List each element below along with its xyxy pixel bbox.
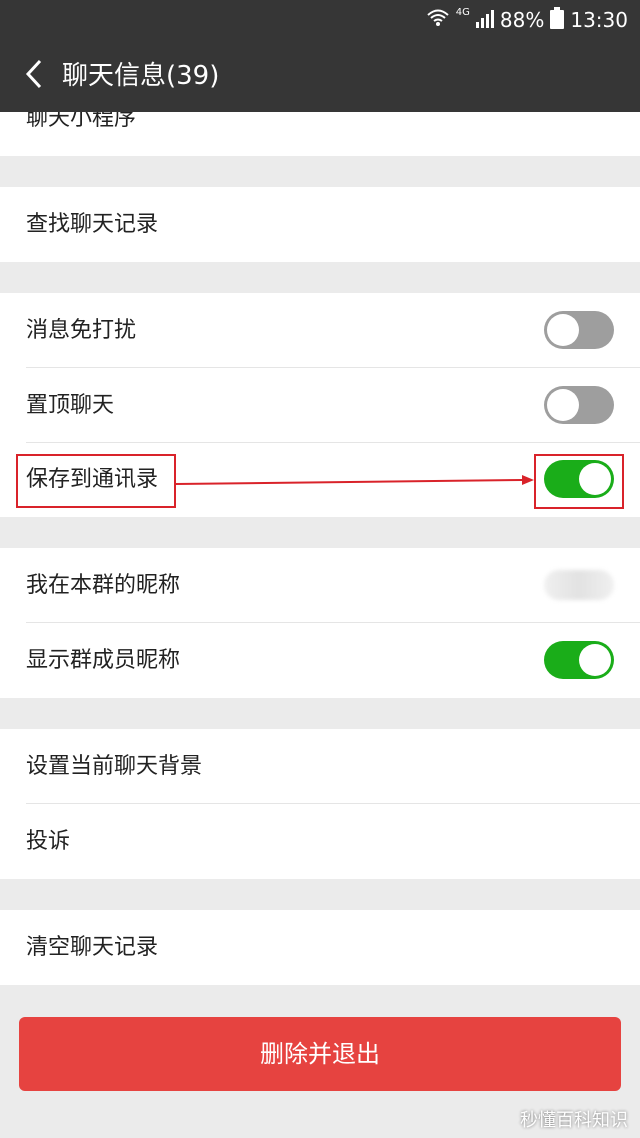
my-group-nickname-item[interactable]: 我在本群的昵称: [0, 548, 640, 623]
page-title: 聊天信息(39): [62, 61, 220, 91]
toggle-knob: [547, 389, 579, 421]
sticky-chat-label: 置顶聊天: [26, 393, 115, 418]
chat-mini-program-label: 聊天小程序: [26, 112, 137, 131]
clear-chat-history-item[interactable]: 清空聊天记录: [0, 910, 640, 985]
complain-label: 投诉: [26, 829, 71, 854]
back-chevron-icon: [24, 59, 44, 93]
delete-and-exit-button[interactable]: 删除并退出: [19, 1017, 621, 1091]
section-mini-program: 聊天小程序: [0, 112, 640, 156]
search-chat-history-label: 查找聊天记录: [26, 212, 159, 237]
mute-notifications-item: 消息免打扰: [0, 293, 640, 368]
chat-mini-program-item[interactable]: 聊天小程序: [0, 112, 640, 156]
search-chat-history-item[interactable]: 查找聊天记录: [0, 187, 640, 262]
status-bar: 4G 88% 13:30: [0, 0, 640, 40]
my-group-nickname-label: 我在本群的昵称: [26, 573, 181, 598]
annotation-arrow-icon: [176, 475, 534, 485]
mute-notifications-label: 消息免打扰: [26, 318, 137, 343]
nickname-value-blurred: [544, 570, 614, 600]
show-member-nicknames-toggle[interactable]: [544, 641, 614, 679]
wifi-icon: [426, 8, 450, 33]
highlight-box-label: [16, 454, 176, 508]
show-member-nicknames-label: 显示群成员昵称: [26, 648, 181, 673]
network-type: 4G: [455, 7, 470, 18]
section-background: 设置当前聊天背景 投诉: [0, 729, 640, 879]
sticky-chat-toggle[interactable]: [544, 386, 614, 424]
clear-chat-history-label: 清空聊天记录: [26, 935, 159, 960]
highlight-box-toggle: [534, 454, 624, 509]
watermark: 秒懂百科知识: [520, 1110, 628, 1131]
battery-percent: 88%: [499, 8, 545, 32]
complain-item[interactable]: 投诉: [0, 804, 640, 879]
section-search: 查找聊天记录: [0, 187, 640, 262]
toggle-knob: [579, 644, 611, 676]
set-chat-background-label: 设置当前聊天背景: [26, 754, 203, 779]
show-member-nicknames-item: 显示群成员昵称: [0, 623, 640, 698]
clock: 13:30: [570, 8, 628, 32]
signal-icon: [475, 8, 494, 33]
back-button[interactable]: [16, 58, 52, 94]
mute-notifications-toggle[interactable]: [544, 311, 614, 349]
toggle-knob: [547, 314, 579, 346]
status-icons: 4G 88% 13:30: [426, 6, 628, 34]
sticky-chat-item: 置顶聊天: [0, 368, 640, 443]
delete-and-exit-label: 删除并退出: [260, 1040, 380, 1068]
battery-icon: [550, 6, 565, 34]
section-clear: 清空聊天记录: [0, 910, 640, 985]
set-chat-background-item[interactable]: 设置当前聊天背景: [0, 729, 640, 804]
title-bar: 聊天信息(39): [0, 40, 640, 112]
section-nickname: 我在本群的昵称 显示群成员昵称: [0, 548, 640, 698]
